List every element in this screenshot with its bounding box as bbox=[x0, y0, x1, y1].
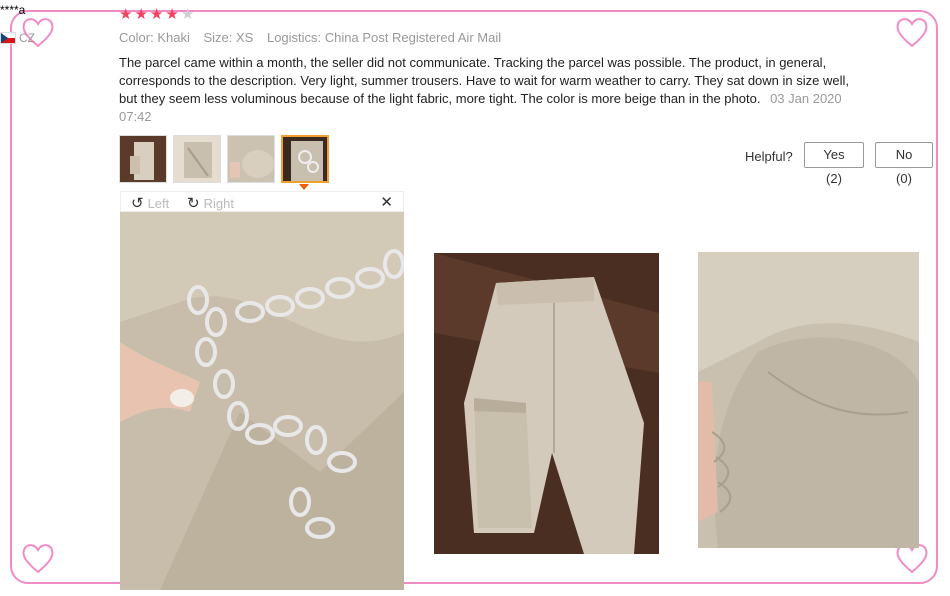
logistics-key: Logistics: bbox=[266, 30, 322, 45]
reviewer-name: ****a bbox=[0, 3, 26, 17]
helpful-label: Helpful? bbox=[745, 149, 793, 164]
rotate-right-label: Right bbox=[203, 195, 234, 211]
rotate-left-label: Left bbox=[147, 195, 170, 211]
review-text-block: The parcel came within a month, the sell… bbox=[119, 54, 849, 126]
star-filled-icon: ★ bbox=[119, 6, 135, 23]
rotate-right-icon: ↻ bbox=[187, 195, 200, 212]
review-thumbnail[interactable] bbox=[119, 135, 167, 183]
reviewer-country: CZ bbox=[0, 31, 35, 45]
rotate-left-button[interactable]: ↺ Left bbox=[131, 194, 169, 212]
star-filled-icon: ★ bbox=[149, 6, 166, 23]
size-key: Size: bbox=[203, 30, 233, 45]
czech-flag-icon bbox=[0, 32, 16, 44]
review-text: The parcel came within a month, the sell… bbox=[119, 55, 849, 106]
color-value: Khaki bbox=[157, 30, 190, 45]
image-viewer-toolbar: ↺ Left ↻ Right ✕ bbox=[120, 191, 404, 212]
helpful-no-button[interactable]: No (0) bbox=[875, 142, 933, 186]
review-thumbnail[interactable] bbox=[173, 135, 221, 183]
rotate-right-button[interactable]: ↻ Right bbox=[187, 194, 234, 212]
review-thumbnail[interactable] bbox=[227, 135, 275, 183]
helpful-yes-button[interactable]: Yes (2) bbox=[804, 142, 864, 186]
size-value: XS bbox=[236, 30, 254, 45]
review-photo-trousers[interactable] bbox=[434, 253, 659, 554]
rating-stars: ★★★★★ bbox=[119, 5, 196, 23]
active-thumbnail-pointer bbox=[299, 184, 309, 190]
expanded-review-photo[interactable] bbox=[120, 212, 404, 590]
review-thumbnail-active[interactable] bbox=[281, 135, 329, 183]
star-empty-icon: ★ bbox=[180, 6, 197, 23]
close-icon[interactable]: ✕ bbox=[380, 193, 393, 211]
logistics-value: China Post Registered Air Mail bbox=[324, 30, 502, 45]
review-photo-detail[interactable] bbox=[698, 252, 919, 548]
rotate-left-icon: ↺ bbox=[131, 195, 144, 212]
heart-corner-icon bbox=[894, 14, 930, 50]
color-key: Color: bbox=[119, 30, 154, 45]
country-code: CZ bbox=[19, 31, 35, 45]
star-filled-icon: ★ bbox=[134, 6, 150, 23]
thumbnail-strip bbox=[119, 135, 329, 183]
heart-corner-icon bbox=[20, 540, 56, 576]
order-meta: Color: Khaki Size: XS Logistics: China P… bbox=[119, 30, 511, 45]
star-filled-icon: ★ bbox=[165, 6, 181, 23]
